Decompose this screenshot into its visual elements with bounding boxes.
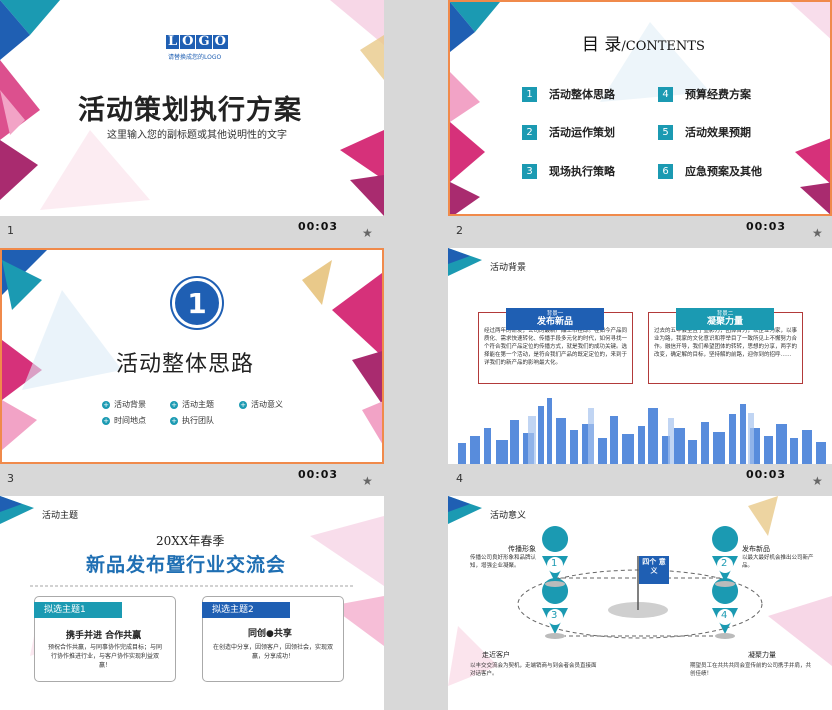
bullet-label: 活动意义 <box>251 400 283 409</box>
bullet-label: 时间地点 <box>114 416 146 425</box>
slide-number: 1 <box>7 224 14 237</box>
logo-letter: O <box>180 34 196 49</box>
node-text-3: 以丰交交流会为契机，走端销商与到会者会员直接面对话客户。 <box>470 663 597 677</box>
toc-number-badge: 3 <box>522 163 537 179</box>
toc-item-label: 活动整体思路 <box>549 88 615 101</box>
bullet-item: + 活动背景 <box>102 399 146 410</box>
ribbon-title: 发布新品 <box>536 317 573 327</box>
bullet-item: + 执行团队 <box>170 415 214 426</box>
slide-thumbnail-2[interactable]: 目 录/CONTENTS 1 活动整体思路 2 活动运作策划 3 现场执行策略 4 预算… <box>448 0 832 216</box>
toc-item-label: 活动效果预期 <box>685 126 751 139</box>
toc-item: 1 活动整体思路 <box>522 86 615 102</box>
logo-letter: G <box>196 34 212 49</box>
ribbon-title: 凝聚力量 <box>706 317 743 327</box>
bullet-item: + 活动主题 <box>170 399 214 410</box>
plus-icon: + <box>170 416 178 425</box>
toc-number-badge: 4 <box>658 86 673 102</box>
node-label-4: 凝聚力量 <box>748 651 776 659</box>
marker-number-4: 4 <box>721 610 728 621</box>
section-title: 活动整体思路 <box>116 352 255 377</box>
slide-duration: 00:03 <box>298 220 339 233</box>
node-text-4: 期望员工在共共共同会宣传前的公司携手并肩，共创佳绩！ <box>690 663 812 677</box>
node-label-1: 传播形象 <box>508 545 536 553</box>
logo-letter: L <box>166 34 180 49</box>
bullet-item: + 时间地点 <box>102 415 146 426</box>
toc-number-badge: 5 <box>658 124 673 140</box>
bullet-label: 活动背景 <box>114 400 146 409</box>
plus-icon: + <box>170 400 178 409</box>
slide-duration: 00:03 <box>746 220 787 233</box>
logo-letter: O <box>212 34 228 49</box>
plus-icon: + <box>239 400 247 409</box>
toc-item: 2 活动运作策划 <box>522 124 615 140</box>
toc-item: 6 应急预案及其他 <box>658 163 762 179</box>
star-icon[interactable]: ★ <box>812 226 823 240</box>
toc-number-badge: 2 <box>522 124 537 140</box>
slide-number: 2 <box>456 224 463 237</box>
theme-text-1: 预祝合作共赢，与同事协作完成目标；与同行协作推进行业，与客户协作实现利益双赢！ <box>47 644 162 669</box>
logo: LOGO <box>166 34 229 49</box>
slide-number: 3 <box>7 472 14 485</box>
bullet-label: 执行团队 <box>182 416 214 425</box>
event-title: 新品发布暨行业交流会 <box>86 554 287 576</box>
slide-thumbnail-5[interactable]: 活动主题 20XX年春季 新品发布暨行业交流会 拟选主题1 携手并进 合作共赢 … <box>0 496 384 710</box>
toc-title: 目 录/CONTENTS <box>582 30 705 55</box>
slide-heading: 活动背景 <box>490 263 527 273</box>
star-icon[interactable]: ★ <box>362 226 373 240</box>
slide-heading: 活动主题 <box>42 511 79 521</box>
logo-subtitle: 请替换成您的LOGO <box>168 54 222 61</box>
toc-number-badge: 1 <box>522 86 537 102</box>
background-ribbon-1: 背景一 发布新品 <box>506 308 604 330</box>
slide-duration: 00:03 <box>746 468 787 481</box>
marker-number-1: 1 <box>551 558 558 569</box>
slide-subtitle: 这里输入您的副标题或其他说明性的文字 <box>107 130 287 141</box>
toc-item: 3 现场执行策略 <box>522 163 615 179</box>
toc-item-label: 活动运作策划 <box>549 126 615 139</box>
star-icon[interactable]: ★ <box>362 474 373 488</box>
slide-heading: 活动意义 <box>490 511 527 521</box>
toc-item-label: 预算经费方案 <box>685 88 751 101</box>
toc-item-label: 应急预案及其他 <box>685 165 762 178</box>
bullet-label: 活动主题 <box>182 400 214 409</box>
toc-title-en: /CONTENTS <box>621 39 705 54</box>
marker-number-2: 2 <box>721 558 728 569</box>
plus-icon: + <box>102 416 110 425</box>
background-ribbon-2: 背景二 凝聚力量 <box>676 308 774 330</box>
slide-thumbnail-3[interactable]: 1 活动整体思路 + 活动背景 + 活动主题 + 活动意义 + 时间地点 + 执行团队 <box>0 248 384 464</box>
toc-title-cn: 目 录 <box>582 35 622 55</box>
theme-tag-1: 拟选主题1 <box>34 602 122 618</box>
marker-number-3: 3 <box>551 610 558 621</box>
toc-number-badge: 6 <box>658 163 673 179</box>
node-label-2: 发布新品 <box>742 545 770 553</box>
slide-number: 4 <box>456 472 463 485</box>
center-flag: 四个 意义 <box>639 556 669 584</box>
toc-item-label: 现场执行策略 <box>549 165 615 178</box>
node-text-1: 传播公司良好形象和品牌认知，增强企业凝聚。 <box>470 555 537 569</box>
theme-text-2: 在创造中分享，因领客户，因领社会，实现双赢，分享成功！ <box>212 644 333 660</box>
theme-title-2: 同创●共享 <box>248 629 292 639</box>
toc-item: 5 活动效果预期 <box>658 124 751 140</box>
toc-item: 4 预算经费方案 <box>658 86 751 102</box>
slide-thumbnail-1[interactable]: LOGO 请替换成您的LOGO 活动策划执行方案 这里输入您的副标题或其他说明性… <box>0 0 384 216</box>
slide-thumbnail-6[interactable]: 活动意义 四个 意义 1 2 3 4 传播形象 传播公司良好形象和品牌认知，增强… <box>448 496 832 710</box>
node-text-2: 以最大最好机会推出公司新产品。 <box>742 555 814 569</box>
event-date: 20XX年春季 <box>156 534 225 548</box>
bullet-item: + 活动意义 <box>239 399 283 410</box>
section-number-badge: 1 <box>172 278 222 328</box>
theme-title-1: 携手并进 合作共赢 <box>66 631 142 641</box>
slide-thumbnail-4[interactable]: 活动背景 经过两年的研发，公司的最新产品上市在即。在如今产品同质化、需求快速转化… <box>448 248 832 464</box>
node-label-3: 走近客户 <box>482 651 510 659</box>
star-icon[interactable]: ★ <box>812 474 823 488</box>
theme-tag-2: 拟选主题2 <box>202 602 290 618</box>
slide-duration: 00:03 <box>298 468 339 481</box>
plus-icon: + <box>102 400 110 409</box>
slide-title: 活动策划执行方案 <box>78 95 302 126</box>
